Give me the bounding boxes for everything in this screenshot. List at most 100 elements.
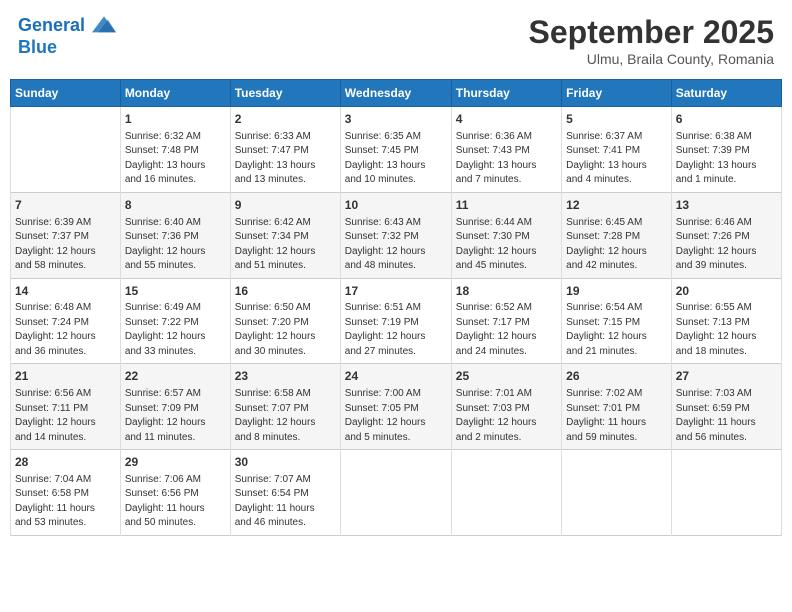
week-row-3: 14Sunrise: 6:48 AM Sunset: 7:24 PM Dayli… <box>11 278 782 364</box>
day-header-saturday: Saturday <box>671 80 781 107</box>
day-number: 11 <box>456 197 557 214</box>
day-number: 27 <box>676 368 777 385</box>
day-number: 8 <box>125 197 226 214</box>
calendar-cell <box>451 450 561 536</box>
day-number: 21 <box>15 368 116 385</box>
day-info: Sunrise: 7:00 AM Sunset: 7:05 PM Dayligh… <box>345 387 447 445</box>
day-number: 18 <box>456 283 557 300</box>
month-title: September 2025 <box>529 14 774 51</box>
day-number: 25 <box>456 368 557 385</box>
calendar-cell: 17Sunrise: 6:51 AM Sunset: 7:19 PM Dayli… <box>340 278 451 364</box>
day-info: Sunrise: 6:32 AM Sunset: 7:48 PM Dayligh… <box>125 130 226 188</box>
day-number: 3 <box>345 111 447 128</box>
day-number: 29 <box>125 454 226 471</box>
day-number: 26 <box>566 368 667 385</box>
calendar-cell <box>671 450 781 536</box>
day-info: Sunrise: 6:54 AM Sunset: 7:15 PM Dayligh… <box>566 301 667 359</box>
day-number: 30 <box>235 454 336 471</box>
day-info: Sunrise: 6:36 AM Sunset: 7:43 PM Dayligh… <box>456 130 557 188</box>
day-header-friday: Friday <box>562 80 672 107</box>
day-info: Sunrise: 7:01 AM Sunset: 7:03 PM Dayligh… <box>456 387 557 445</box>
logo-blue: Blue <box>18 38 116 58</box>
week-row-4: 21 Sunrise: 6:56 AM Sunset: 7:11 PM Dayli… <box>11 364 782 450</box>
calendar-cell: 28Sunrise: 7:04 AM Sunset: 6:58 PM Dayli… <box>11 450 121 536</box>
day-number: 6 <box>676 111 777 128</box>
day-number: 12 <box>566 197 667 214</box>
day-info: Sunrise: 6:45 AM Sunset: 7:28 PM Dayligh… <box>566 216 667 274</box>
calendar-cell: 22Sunrise: 6:57 AM Sunset: 7:09 PM Dayli… <box>120 364 230 450</box>
logo: General Blue <box>18 14 116 58</box>
day-number: 2 <box>235 111 336 128</box>
day-info: Sunrise: 6:39 AM Sunset: 7:37 PM Dayligh… <box>15 216 116 274</box>
calendar-cell: 18Sunrise: 6:52 AM Sunset: 7:17 PM Dayli… <box>451 278 561 364</box>
calendar-cell: 26Sunrise: 7:02 AM Sunset: 7:01 PM Dayli… <box>562 364 672 450</box>
calendar-cell <box>11 107 121 193</box>
day-number: 20 <box>676 283 777 300</box>
day-info: Sunrise: 7:07 AM Sunset: 6:54 PM Dayligh… <box>235 473 336 531</box>
calendar-cell: 14Sunrise: 6:48 AM Sunset: 7:24 PM Dayli… <box>11 278 121 364</box>
day-number: 23 <box>235 368 336 385</box>
day-header-wednesday: Wednesday <box>340 80 451 107</box>
calendar-cell: 4 Sunrise: 6:36 AM Sunset: 7:43 PM Daylig… <box>451 107 561 193</box>
day-number: 22 <box>125 368 226 385</box>
week-row-1: 1 Sunrise: 6:32 AM Sunset: 7:48 PM Daylig… <box>11 107 782 193</box>
calendar-cell: 13Sunrise: 6:46 AM Sunset: 7:26 PM Dayli… <box>671 192 781 278</box>
day-info: Sunrise: 6:48 AM Sunset: 7:24 PM Dayligh… <box>15 301 116 359</box>
calendar-cell: 27 Sunrise: 7:03 AM Sunset: 6:59 PM Dayli… <box>671 364 781 450</box>
day-header-sunday: Sunday <box>11 80 121 107</box>
calendar-cell: 23 Sunrise: 6:58 AM Sunset: 7:07 PM Dayli… <box>230 364 340 450</box>
calendar-cell: 25 Sunrise: 7:01 AM Sunset: 7:03 PM Dayli… <box>451 364 561 450</box>
location: Ulmu, Braila County, Romania <box>529 51 774 67</box>
calendar-cell: 21 Sunrise: 6:56 AM Sunset: 7:11 PM Dayli… <box>11 364 121 450</box>
day-number: 16 <box>235 283 336 300</box>
day-info: Sunrise: 6:33 AM Sunset: 7:47 PM Dayligh… <box>235 130 336 188</box>
title-block: September 2025 Ulmu, Braila County, Roma… <box>529 14 774 67</box>
day-info: Sunrise: 6:55 AM Sunset: 7:13 PM Dayligh… <box>676 301 777 359</box>
day-info: Sunrise: 6:40 AM Sunset: 7:36 PM Dayligh… <box>125 216 226 274</box>
calendar-cell: 8 Sunrise: 6:40 AM Sunset: 7:36 PM Daylig… <box>120 192 230 278</box>
day-number: 9 <box>235 197 336 214</box>
page-header: General Blue September 2025 Ulmu, Braila… <box>10 10 782 71</box>
day-info: Sunrise: 6:58 AM Sunset: 7:07 PM Dayligh… <box>235 387 336 445</box>
calendar-cell: 7 Sunrise: 6:39 AM Sunset: 7:37 PM Daylig… <box>11 192 121 278</box>
calendar-cell: 24 Sunrise: 7:00 AM Sunset: 7:05 PM Dayli… <box>340 364 451 450</box>
day-number: 1 <box>125 111 226 128</box>
day-info: Sunrise: 7:04 AM Sunset: 6:58 PM Dayligh… <box>15 473 116 531</box>
day-info: Sunrise: 6:49 AM Sunset: 7:22 PM Dayligh… <box>125 301 226 359</box>
calendar-cell: 16Sunrise: 6:50 AM Sunset: 7:20 PM Dayli… <box>230 278 340 364</box>
day-info: Sunrise: 6:44 AM Sunset: 7:30 PM Dayligh… <box>456 216 557 274</box>
day-info: Sunrise: 6:56 AM Sunset: 7:11 PM Dayligh… <box>15 387 116 445</box>
calendar-cell: 15Sunrise: 6:49 AM Sunset: 7:22 PM Dayli… <box>120 278 230 364</box>
calendar-cell: 29 Sunrise: 7:06 AM Sunset: 6:56 PM Dayli… <box>120 450 230 536</box>
week-row-2: 7 Sunrise: 6:39 AM Sunset: 7:37 PM Daylig… <box>11 192 782 278</box>
day-info: Sunrise: 6:37 AM Sunset: 7:41 PM Dayligh… <box>566 130 667 188</box>
day-info: Sunrise: 7:06 AM Sunset: 6:56 PM Dayligh… <box>125 473 226 531</box>
day-number: 24 <box>345 368 447 385</box>
calendar-cell: 19Sunrise: 6:54 AM Sunset: 7:15 PM Dayli… <box>562 278 672 364</box>
day-header-tuesday: Tuesday <box>230 80 340 107</box>
day-info: Sunrise: 6:38 AM Sunset: 7:39 PM Dayligh… <box>676 130 777 188</box>
day-number: 4 <box>456 111 557 128</box>
header-row: SundayMondayTuesdayWednesdayThursdayFrid… <box>11 80 782 107</box>
calendar-cell <box>340 450 451 536</box>
day-info: Sunrise: 6:42 AM Sunset: 7:34 PM Dayligh… <box>235 216 336 274</box>
day-number: 7 <box>15 197 116 214</box>
day-header-monday: Monday <box>120 80 230 107</box>
logo-text: General <box>18 14 116 38</box>
week-row-5: 28Sunrise: 7:04 AM Sunset: 6:58 PM Dayli… <box>11 450 782 536</box>
calendar-cell: 3 Sunrise: 6:35 AM Sunset: 7:45 PM Daylig… <box>340 107 451 193</box>
day-info: Sunrise: 7:03 AM Sunset: 6:59 PM Dayligh… <box>676 387 777 445</box>
calendar-cell: 2 Sunrise: 6:33 AM Sunset: 7:47 PM Daylig… <box>230 107 340 193</box>
day-info: Sunrise: 6:35 AM Sunset: 7:45 PM Dayligh… <box>345 130 447 188</box>
day-info: Sunrise: 6:43 AM Sunset: 7:32 PM Dayligh… <box>345 216 447 274</box>
calendar-cell: 12 Sunrise: 6:45 AM Sunset: 7:28 PM Dayli… <box>562 192 672 278</box>
calendar-cell: 6 Sunrise: 6:38 AM Sunset: 7:39 PM Daylig… <box>671 107 781 193</box>
day-number: 15 <box>125 283 226 300</box>
day-info: Sunrise: 6:50 AM Sunset: 7:20 PM Dayligh… <box>235 301 336 359</box>
day-info: Sunrise: 6:46 AM Sunset: 7:26 PM Dayligh… <box>676 216 777 274</box>
calendar-cell: 9 Sunrise: 6:42 AM Sunset: 7:34 PM Daylig… <box>230 192 340 278</box>
day-info: Sunrise: 6:52 AM Sunset: 7:17 PM Dayligh… <box>456 301 557 359</box>
day-info: Sunrise: 6:51 AM Sunset: 7:19 PM Dayligh… <box>345 301 447 359</box>
day-number: 17 <box>345 283 447 300</box>
day-number: 14 <box>15 283 116 300</box>
